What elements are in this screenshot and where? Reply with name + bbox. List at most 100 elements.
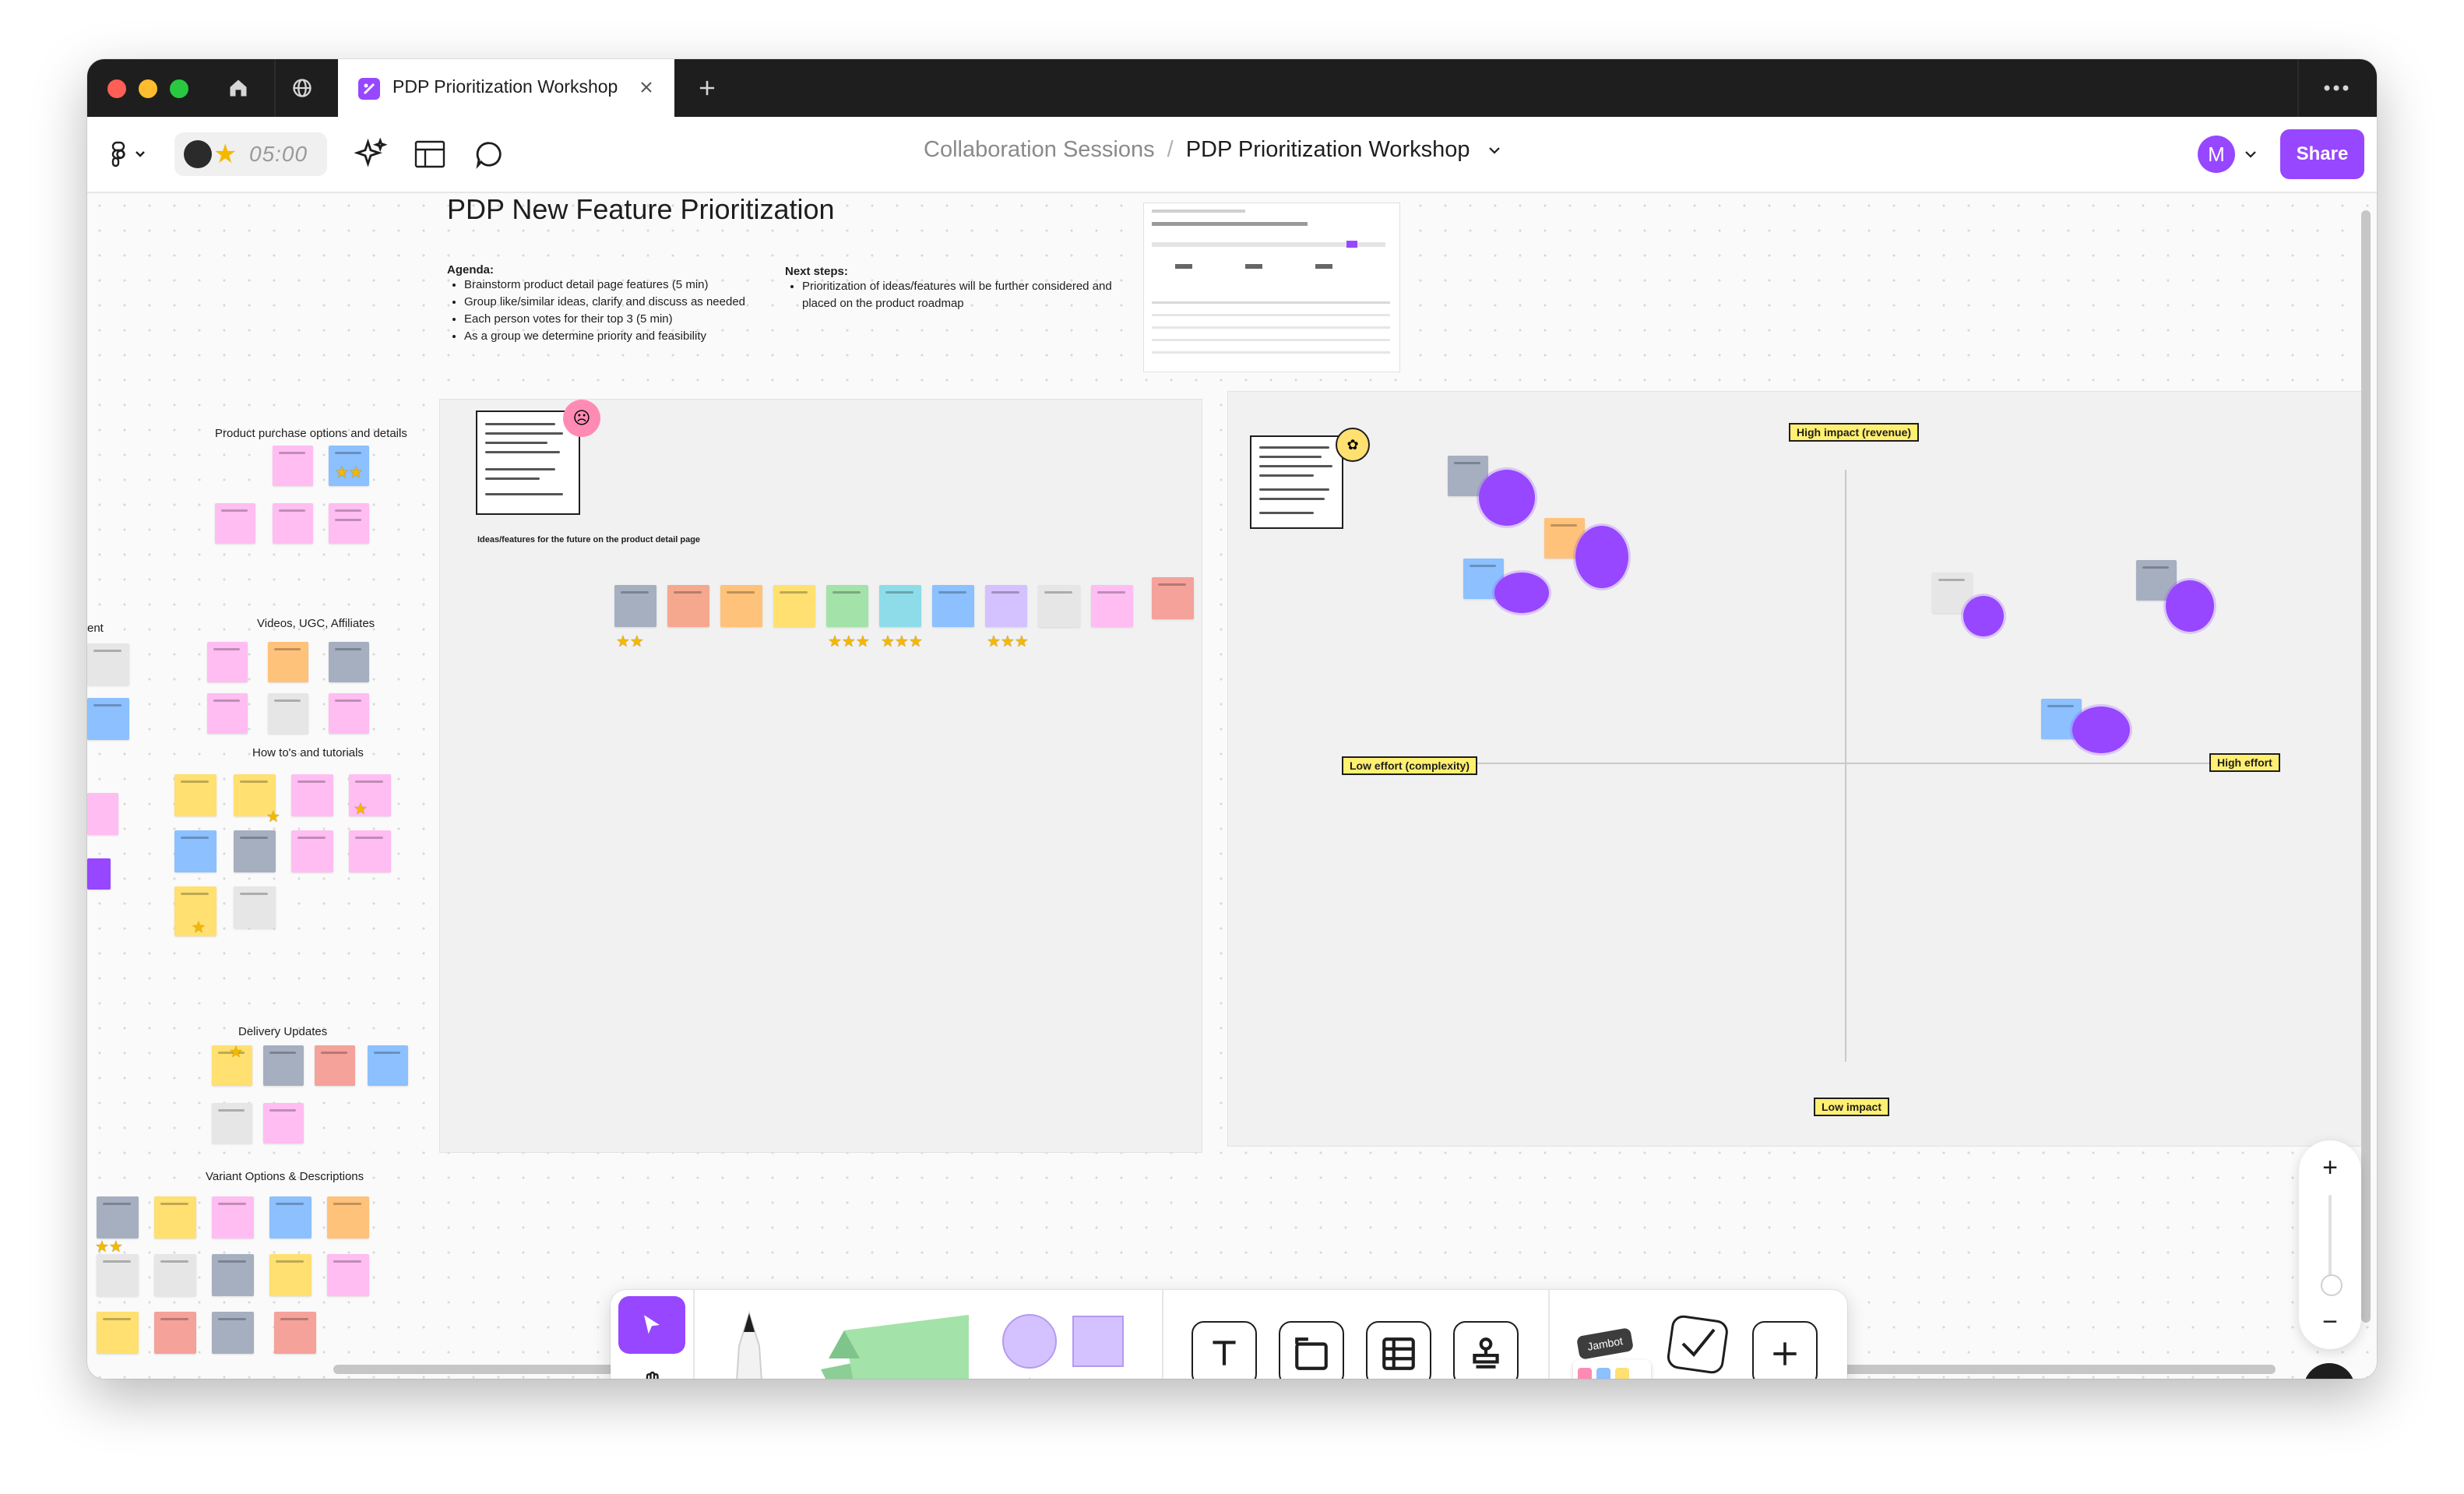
sticky-note[interactable] [826,585,868,627]
widgets-icon[interactable]: Jambot [1565,1313,1667,1379]
chevron-down-icon[interactable] [2241,145,2260,164]
sticky-note[interactable] [212,1254,254,1296]
sticky-note[interactable] [773,585,815,627]
sticky-note[interactable] [667,585,709,627]
sticky-note[interactable] [212,1196,254,1239]
sticky-note[interactable] [1091,585,1133,627]
sticky-note[interactable] [349,830,391,872]
sticky-note[interactable] [368,1045,408,1086]
sticky-note-icon[interactable] [813,1315,977,1379]
sticky-note[interactable] [879,585,921,627]
minimize-window-button[interactable] [139,79,157,98]
sticky-note[interactable] [329,693,369,734]
sticky-note[interactable] [329,503,369,544]
sticky-note[interactable] [212,1312,254,1354]
sticky-note[interactable] [234,830,276,872]
sticky-note[interactable] [87,643,129,685]
home-icon[interactable] [223,72,254,104]
sticky-note[interactable] [1152,577,1194,619]
sticky-note[interactable] [154,1254,196,1296]
share-button[interactable]: Share [2280,129,2364,179]
zoom-out-button[interactable]: − [2307,1302,2353,1341]
sticky-note[interactable] [932,585,974,627]
sticky-note[interactable] [263,1045,304,1086]
marker-icon[interactable] [710,1307,788,1379]
zoom-slider-handle[interactable] [2321,1274,2343,1296]
sticky-note[interactable] [329,642,369,682]
sticky-note[interactable] [97,1254,139,1296]
sticky-note[interactable] [268,693,308,734]
sticky-note[interactable] [154,1312,196,1354]
templates-icon[interactable] [411,136,449,173]
section-icon[interactable] [1279,1321,1344,1379]
sticky-note[interactable] [97,1196,139,1239]
checklist-icon[interactable] [1659,1309,1737,1379]
comment-bubble[interactable] [1963,596,2004,636]
lets-talk-sticker[interactable]: ✿ [1336,428,1370,462]
matrix-section[interactable]: ✿ High impact (revenue) Low impact Low e… [1227,391,2366,1147]
main-menu-button[interactable] [106,139,153,170]
sticky-note[interactable] [207,642,248,682]
sticky-note[interactable] [174,830,216,872]
sticky-note[interactable] [268,642,308,682]
comment-bubble[interactable] [2072,706,2130,753]
sticky-note[interactable] [87,858,111,890]
shapes-icon[interactable] [1000,1310,1132,1379]
more-icon[interactable] [2321,72,2352,104]
help-button[interactable]: ? [2304,1363,2355,1379]
sticky-note[interactable] [614,585,656,627]
comment-bubble[interactable] [1479,470,1535,526]
comment-bubble[interactable] [1575,526,1628,588]
sticky-note[interactable] [273,446,313,486]
text-icon[interactable] [1192,1321,1257,1379]
sticky-note[interactable] [97,1312,139,1354]
hand-icon[interactable] [618,1357,685,1379]
comment-bubble[interactable] [2166,580,2214,632]
chevron-down-icon[interactable] [1487,146,1501,155]
zoom-in-button[interactable]: + [2307,1148,2353,1187]
sticky-note[interactable] [269,1196,312,1239]
sticky-note[interactable] [207,693,248,734]
tab-pdp-prioritization[interactable]: PDP Prioritization Workshop [338,59,674,117]
sticky-note[interactable] [720,585,762,627]
sticky-note[interactable] [263,1103,304,1143]
avatar[interactable]: M [2198,136,2235,173]
close-window-button[interactable] [107,79,126,98]
sticky-note[interactable] [273,503,313,544]
sticky-note[interactable] [174,774,216,816]
sticky-note[interactable] [315,1045,355,1086]
sticky-note[interactable] [212,1103,252,1143]
sticky-note[interactable] [234,886,276,928]
breadcrumb-current[interactable]: PDP Prioritization Workshop [1186,137,1470,162]
sticky-note[interactable] [1038,585,1080,627]
embedded-screenshot[interactable] [1143,203,1400,372]
instruction-note[interactable] [1250,435,1343,529]
plus-icon[interactable] [1752,1321,1818,1379]
ai-sparkle-icon[interactable] [350,134,391,174]
sticky-note[interactable] [327,1254,369,1296]
cursor-icon[interactable] [618,1296,685,1354]
comment-bubble[interactable] [1494,573,1549,613]
whiteboard-canvas[interactable]: PDP New Feature Prioritization Agenda: B… [87,193,2377,1379]
sticky-note[interactable] [985,585,1027,627]
breadcrumb-parent[interactable]: Collaboration Sessions [924,137,1155,162]
close-icon[interactable] [634,75,659,100]
comment-icon[interactable] [470,136,508,173]
sticky-note[interactable] [291,774,333,816]
timer-widget[interactable]: ★ 05:00 [174,132,327,176]
sticky-note[interactable] [154,1196,196,1239]
table-icon[interactable] [1366,1321,1431,1379]
sticky-note[interactable] [291,830,333,872]
plus-icon[interactable] [692,72,723,104]
why-sticker[interactable]: ☹ [563,400,600,437]
sticky-note[interactable] [215,503,255,544]
sticky-note[interactable] [87,698,129,740]
sticky-note[interactable] [87,793,118,835]
sticky-note[interactable] [274,1312,316,1354]
stamp-icon[interactable] [1453,1321,1519,1379]
maximize-window-button[interactable] [170,79,188,98]
vertical-scrollbar[interactable] [2361,210,2371,1323]
ideas-section[interactable]: ☹ Ideas/features for the future on the p… [439,399,1202,1153]
globe-icon[interactable] [287,72,318,104]
sticky-note[interactable] [269,1254,312,1296]
